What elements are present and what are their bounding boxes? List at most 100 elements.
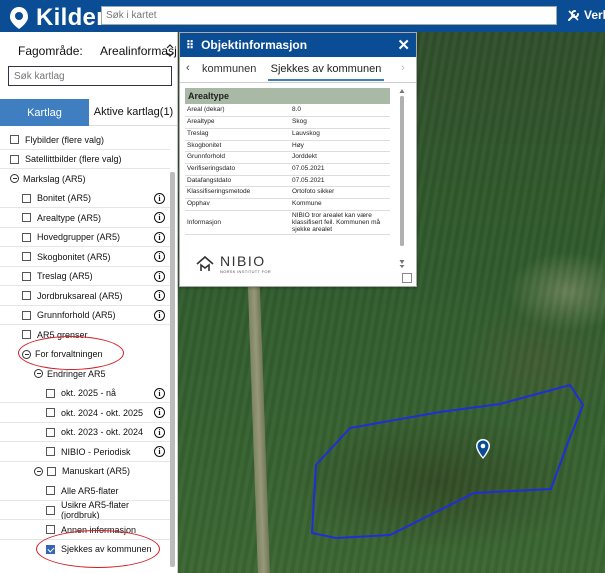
attr-key: Datafangstdato [185,175,290,188]
checkbox[interactable] [46,388,55,398]
layer-label: Flybilder (flere valg) [25,134,105,145]
tools-button[interactable]: Verkt [567,8,605,22]
nibio-logo-icon [196,255,214,271]
layer-item[interactable]: Flybilder (flere valg) [0,130,170,150]
layer-item[interactable]: Usikre AR5-flater (jordbruk) [0,500,170,520]
checkbox[interactable] [22,291,31,301]
layer-item[interactable]: okt. 2024 - okt. 2025 i [0,403,170,423]
layer-label: Manuskart (AR5) [62,466,131,477]
info-icon[interactable]: i [154,446,165,457]
info-icon[interactable]: i [154,426,165,438]
popup-tab-nav: ‹ kommunen Sjekkes av kommunen › [180,57,416,83]
app-logo[interactable]: Kilden [8,4,111,32]
checkbox[interactable] [46,447,55,457]
attr-key: Skogbonitet [185,140,290,153]
info-icon[interactable]: i [154,387,165,399]
attribute-table: Areal (dekar) 8.0 Arealtype Skog Treslag La… [185,105,390,235]
layer-item[interactable]: Arealtype (AR5) i [0,208,170,228]
checkbox[interactable] [22,310,31,320]
annotation-circle-for-forvaltningen [18,336,124,370]
table-row: Skogbonitet Høy [185,140,390,153]
info-icon[interactable]: i [154,407,165,418]
info-icon[interactable]: i [154,212,165,223]
checkbox[interactable] [46,525,55,535]
nav-prev-tab[interactable]: kommunen [202,63,256,75]
layer-label: Skogbonitet (AR5) [37,251,111,262]
info-icon[interactable]: i [154,251,165,262]
info-icon[interactable]: i [154,309,165,321]
checkbox[interactable] [22,213,31,223]
chevron-up-icon[interactable] [165,40,175,60]
attr-value: 07.05.2021 [290,163,390,176]
collapse-icon[interactable] [34,466,43,476]
tab-kartlag-label: Kartlag [27,106,62,119]
layer-item[interactable]: okt. 2025 - nå i [0,384,170,403]
layer-item[interactable]: Bonitet (AR5) i [0,189,170,208]
checkbox[interactable] [46,427,55,437]
checkbox[interactable] [46,486,55,496]
close-icon[interactable]: ✕ [397,36,410,54]
layer-item[interactable]: Treslag (AR5) i [0,267,170,286]
location-pin-icon[interactable] [475,438,491,460]
layer-item[interactable]: Jordbruksareal (AR5) i [0,286,170,306]
layer-panel-scrollbar[interactable] [170,172,175,567]
layer-item[interactable]: okt. 2023 - okt. 2024 i [0,423,170,442]
info-icon[interactable]: i [154,270,165,282]
checkbox[interactable] [10,135,19,145]
popup-header[interactable]: ⠿ Objektinformasjon ✕ [180,33,416,57]
info-icon[interactable]: i [154,231,165,243]
layer-label: NIBIO - Periodisk [61,446,131,457]
checkbox[interactable] [47,466,56,476]
attr-value: Høy [290,140,390,153]
checkbox[interactable] [46,408,55,418]
layer-group[interactable]: Markslag (AR5) [0,169,170,189]
layer-item[interactable]: Alle AR5-flater [0,481,170,501]
table-row: Treslag Lauvskog [185,128,390,141]
layer-search-input[interactable] [8,66,172,86]
layer-label: Arealtype (AR5) [37,212,102,223]
fagomrade-label: Fagområde: [18,44,83,58]
checkbox[interactable] [10,154,19,164]
checkbox[interactable] [22,271,31,281]
tab-kartlag[interactable]: Kartlag [0,99,89,126]
layer-item[interactable]: Hovedgrupper (AR5) i [0,228,170,247]
collapse-icon[interactable] [34,369,43,379]
table-row: Grunnforhold Jorddekt [185,151,390,164]
layer-panel: Fagområde: Arealinformasjon Kartlag Akti… [0,32,178,573]
attr-value: Skog [290,116,390,129]
attr-key: Opphav [185,198,290,211]
info-icon[interactable]: i [154,290,165,301]
tab-aktive-kartlag[interactable]: Aktive kartlag(1) [89,99,177,126]
checkbox[interactable] [46,505,55,515]
nibio-logo-name: NIBIO [220,253,266,269]
checkbox[interactable] [22,232,31,242]
checkbox[interactable] [22,193,31,203]
info-icon[interactable]: i [154,192,165,204]
resize-icon[interactable] [402,273,412,283]
map-search-input[interactable] [101,6,557,25]
layer-label: okt. 2023 - okt. 2024 [61,427,144,438]
table-row: Klassifiseringsmetode Ortofoto sikker [185,186,390,199]
attribute-section-title: Arealtype [185,88,390,104]
fagomrade-selector[interactable]: Fagområde: Arealinformasjon [18,44,177,58]
chevron-right-icon[interactable]: › [401,62,405,74]
collapse-icon[interactable] [10,174,19,184]
nav-current-tab[interactable]: Sjekkes av kommunen [268,63,384,81]
layer-label: Treslag (AR5) [37,271,93,282]
layer-item[interactable]: Grunnforhold (AR5) i [0,306,170,325]
area-polygon [310,383,585,540]
layer-item[interactable]: Skogbonitet (AR5) i [0,247,170,267]
layer-group[interactable]: Manuskart (AR5) [0,462,170,482]
attr-value: 8.0 [290,105,390,118]
checkbox[interactable] [22,330,31,340]
checkbox[interactable] [22,252,31,262]
attr-key: Informasjon [185,210,290,235]
chevron-left-icon[interactable]: ‹ [186,62,190,74]
attr-value: NIBIO tror arealet kan være klassifisert… [290,210,390,235]
table-row: Verifiseringsdato 07.05.2021 [185,163,390,176]
app-title: Kilden [36,4,112,31]
drag-handle-icon[interactable]: ⠿ [186,39,194,52]
layer-item[interactable]: NIBIO - Periodisk i [0,442,170,462]
popup-scrollbar[interactable] [399,88,405,268]
layer-item[interactable]: Satellittbilder (flere valg) [0,150,170,169]
